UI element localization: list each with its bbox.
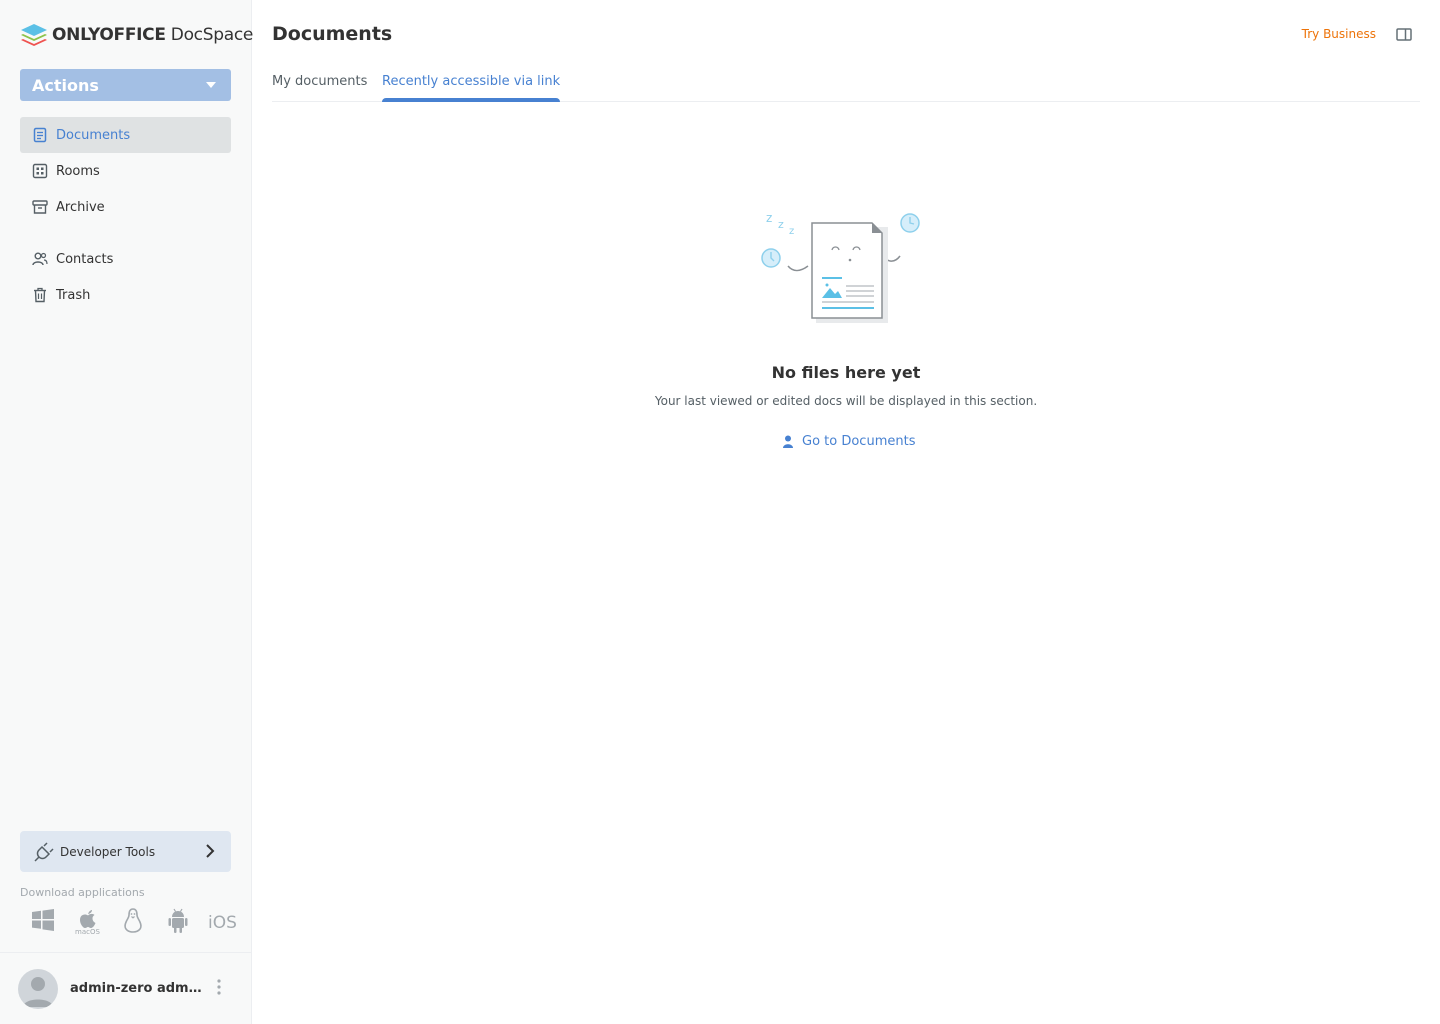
logo-text: ONLYOFFICE DocSpace bbox=[52, 25, 253, 45]
contacts-icon bbox=[32, 251, 48, 267]
user-name: admin-zero admin-zero bbox=[70, 981, 202, 996]
ios-label: iOS bbox=[208, 913, 237, 933]
logo-product: DocSpace bbox=[170, 25, 254, 45]
actions-label: Actions bbox=[32, 75, 99, 95]
sidebar-item-archive[interactable]: Archive bbox=[20, 189, 231, 225]
avatar[interactable] bbox=[18, 968, 58, 1009]
empty-state-description: Your last viewed or edited docs will be … bbox=[654, 394, 1038, 408]
download-applications-label: Download applications bbox=[20, 886, 145, 899]
sidebar-item-documents[interactable]: Documents bbox=[20, 117, 231, 153]
sidebar-item-trash[interactable]: Trash bbox=[20, 277, 231, 313]
more-options-icon[interactable] bbox=[217, 979, 221, 999]
archive-icon bbox=[32, 199, 48, 215]
sidebar-item-label: Archive bbox=[56, 199, 105, 215]
sidebar-item-label: Trash bbox=[56, 287, 91, 303]
tabs: My documents Recently accessible via lin… bbox=[272, 74, 1420, 102]
tab-recently-accessible-via-link[interactable]: Recently accessible via link bbox=[382, 74, 561, 102]
macos-icon[interactable]: macOS bbox=[65, 908, 110, 940]
info-panel-toggle-icon[interactable] bbox=[1396, 27, 1412, 46]
sidebar-item-contacts[interactable]: Contacts bbox=[20, 241, 231, 277]
developer-tools-button[interactable]: Developer Tools bbox=[20, 831, 231, 872]
sidebar-item-label: Documents bbox=[56, 127, 131, 143]
logo[interactable]: ONLYOFFICE DocSpace bbox=[20, 20, 253, 50]
logo-brand: ONLYOFFICE bbox=[52, 25, 166, 45]
empty-state-title: No files here yet bbox=[771, 363, 921, 382]
chevron-right-icon bbox=[205, 844, 215, 861]
rooms-icon bbox=[32, 163, 48, 179]
linux-icon[interactable] bbox=[110, 908, 155, 940]
onlyoffice-logo-icon bbox=[21, 24, 47, 46]
windows-icon[interactable] bbox=[20, 908, 65, 940]
trash-icon bbox=[32, 287, 48, 303]
try-business-link[interactable]: Try Business bbox=[1302, 27, 1376, 41]
ios-icon[interactable]: iOS bbox=[200, 908, 245, 940]
svg-text:z: z bbox=[789, 226, 794, 237]
android-icon[interactable] bbox=[155, 908, 200, 940]
sidebar-item-label: Contacts bbox=[56, 251, 114, 267]
macos-caption: macOS bbox=[75, 928, 100, 936]
document-icon bbox=[32, 127, 48, 143]
sidebar: ONLYOFFICE DocSpace Actions Documents Ro… bbox=[0, 0, 253, 1024]
developer-tools-label: Developer Tools bbox=[60, 844, 156, 859]
caret-down-icon bbox=[206, 82, 216, 88]
sidebar-item-rooms[interactable]: Rooms bbox=[20, 153, 231, 189]
empty-document-illustration: z z z bbox=[761, 211, 920, 323]
person-icon bbox=[782, 435, 794, 448]
actions-button[interactable]: Actions bbox=[20, 69, 231, 101]
main-content: Documents Try Business My documents Rece… bbox=[252, 0, 1440, 1024]
go-to-documents-link[interactable]: Go to Documents bbox=[782, 434, 915, 449]
download-apps: macOS iOS bbox=[20, 908, 245, 940]
page-title: Documents bbox=[272, 23, 393, 45]
go-to-documents-label: Go to Documents bbox=[802, 434, 916, 449]
plug-icon bbox=[34, 841, 54, 862]
sidebar-item-label: Rooms bbox=[56, 163, 100, 179]
user-profile: admin-zero admin-zero bbox=[0, 952, 251, 1024]
svg-text:z: z bbox=[766, 211, 772, 225]
svg-text:z: z bbox=[778, 218, 784, 231]
tab-my-documents[interactable]: My documents bbox=[272, 74, 367, 101]
